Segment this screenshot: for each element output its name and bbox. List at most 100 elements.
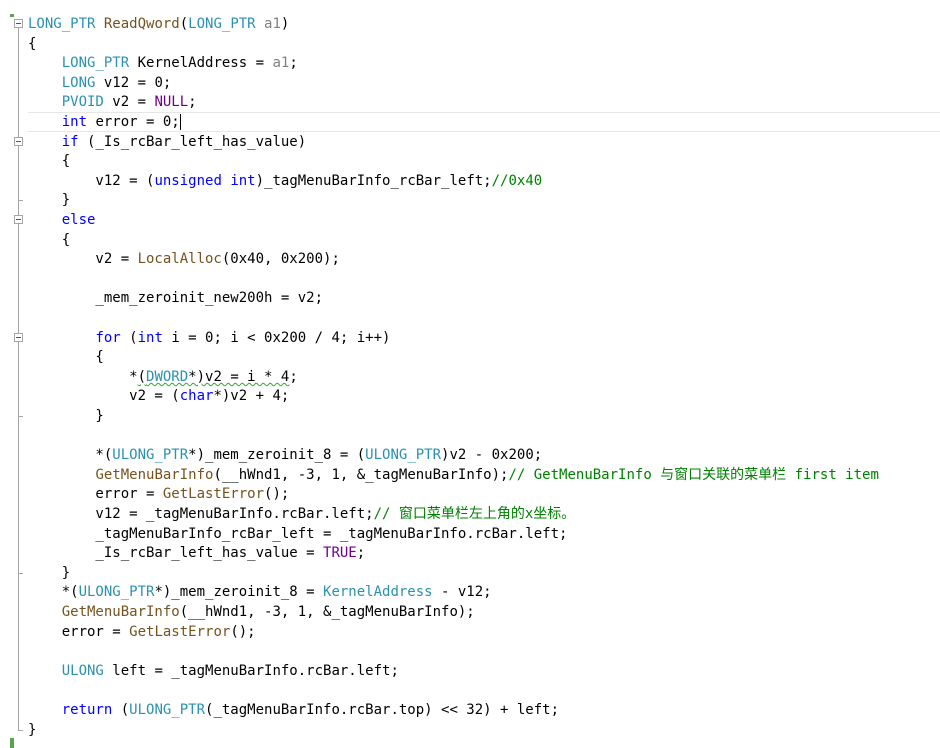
code-line[interactable]: v12 = _tagMenuBarInfo.rcBar.left;// 窗口菜单… xyxy=(28,504,940,524)
code-line[interactable]: _Is_rcBar_left_has_value = TRUE; xyxy=(28,543,940,563)
code-line[interactable] xyxy=(28,269,940,289)
change-indicator xyxy=(10,14,14,17)
code-keyword-token: else xyxy=(61,212,96,228)
code-function-token: ReadQword xyxy=(103,16,180,32)
fold-guide-line xyxy=(18,145,19,201)
code-line[interactable]: _tagMenuBarInfo_rcBar_left = _tagMenuBar… xyxy=(28,524,940,544)
code-text: v12 = _tagMenuBarInfo.rcBar.left; xyxy=(28,506,374,522)
code-text: (__hWnd1, -3, 1, &_tagMenuBarInfo); xyxy=(213,466,509,483)
fold-collapse-icon[interactable] xyxy=(14,332,23,342)
code-line[interactable]: LONG v12 = 0; xyxy=(28,73,940,93)
code-text: left = _tagMenuBarInfo.rcBar.left; xyxy=(103,662,399,679)
fold-guide-end xyxy=(18,572,23,574)
code-line[interactable]: else xyxy=(28,210,940,230)
code-line[interactable] xyxy=(28,308,940,328)
code-type-token: ULONG_PTR xyxy=(78,584,155,601)
code-text: error = 0; xyxy=(87,114,180,130)
code-line[interactable] xyxy=(28,426,940,446)
code-text: *)_mem_zeroinit_8 = ( xyxy=(188,447,366,464)
code-text: { xyxy=(28,231,71,248)
code-line[interactable]: } xyxy=(28,563,940,583)
fold-guide-end xyxy=(18,200,23,202)
code-text: { xyxy=(28,153,71,170)
code-type-token: KernelAddress xyxy=(323,584,433,601)
code-text: *( xyxy=(28,447,113,464)
code-text: } xyxy=(28,192,71,209)
code-line[interactable]: } xyxy=(28,406,940,426)
code-line[interactable]: int error = 0; xyxy=(28,112,940,132)
fold-collapse-icon[interactable] xyxy=(14,215,23,224)
code-line[interactable]: return (ULONG_PTR(_tagMenuBarInfo.rcBar.… xyxy=(28,700,940,720)
code-text: )_tagMenuBarInfo_rcBar_left; xyxy=(255,172,492,189)
code-line[interactable]: v12 = (unsigned int)_tagMenuBarInfo_rcBa… xyxy=(28,171,940,191)
code-line[interactable]: if (_Is_rcBar_left_has_value) xyxy=(28,132,940,152)
code-line[interactable]: LONG_PTR ReadQword(LONG_PTR a1) xyxy=(28,14,940,34)
code-text: KernelAddress = xyxy=(129,55,273,72)
code-text: (); xyxy=(230,623,256,640)
change-indicator xyxy=(10,738,14,748)
code-type-token: ULONG xyxy=(61,662,104,679)
code-line[interactable]: v2 = (char*)v2 + 4; xyxy=(28,386,940,406)
code-text: (0x40, 0x200); xyxy=(221,251,340,268)
code-keyword-token: return xyxy=(61,702,113,718)
code-keyword-token: int xyxy=(230,172,256,189)
code-line[interactable]: *(ULONG_PTR*)_mem_zeroinit_8 = (ULONG_PT… xyxy=(28,445,940,465)
fold-collapse-icon[interactable] xyxy=(14,19,23,28)
code-line[interactable]: { xyxy=(28,151,940,171)
code-line[interactable]: GetMenuBarInfo(__hWnd1, -3, 1, &_tagMenu… xyxy=(28,602,940,622)
code-line[interactable]: { xyxy=(28,347,940,367)
code-line[interactable]: LONG_PTR KernelAddress = a1; xyxy=(28,53,940,73)
code-function-token: GetMenuBarInfo xyxy=(95,466,214,483)
code-function-token: GetLastError xyxy=(129,623,231,640)
code-text: v12 = ( xyxy=(28,172,155,189)
code-text: * xyxy=(28,368,138,385)
code-comment-token: // GetMenuBarInfo 与窗口关联的菜单栏 first item xyxy=(508,466,879,483)
code-line[interactable]: { xyxy=(28,34,940,54)
code-text: ( xyxy=(120,329,138,346)
code-keyword-token: unsigned xyxy=(154,172,222,189)
code-line[interactable]: *(DWORD*)v2 = i * 4; xyxy=(28,367,940,387)
code-text: _mem_zeroinit_new200h = v2; xyxy=(28,290,324,307)
code-line[interactable]: } xyxy=(28,190,940,210)
code-parameter-token: a1 xyxy=(272,55,290,72)
code-type-token: LONG xyxy=(61,74,96,91)
code-squiggle-token: *)v2 = i * 4 xyxy=(188,368,290,385)
code-text: } xyxy=(28,564,71,581)
code-line[interactable]: _mem_zeroinit_new200h = v2; xyxy=(28,288,940,308)
code-line[interactable]: { xyxy=(28,230,940,250)
code-type-token: ULONG_PTR xyxy=(365,447,442,464)
code-text: i = 0; i < 0x200 / 4; i++) xyxy=(162,329,391,346)
code-line[interactable]: } xyxy=(28,720,940,740)
code-line[interactable]: ULONG left = _tagMenuBarInfo.rcBar.left; xyxy=(28,661,940,681)
code-line[interactable]: v2 = LocalAlloc(0x40, 0x200); xyxy=(28,249,940,269)
code-type-token: DWORD xyxy=(146,368,189,385)
code-text: error = xyxy=(28,486,163,503)
code-line[interactable]: *(ULONG_PTR*)_mem_zeroinit_8 = KernelAdd… xyxy=(28,582,940,602)
code-function-token: LocalAlloc xyxy=(137,251,222,268)
fold-guide-line xyxy=(18,341,19,416)
editor-gutter xyxy=(0,0,28,748)
code-text: ; xyxy=(289,55,298,72)
code-text: ; xyxy=(289,368,298,385)
code-line[interactable]: PVOID v2 = NULL; xyxy=(28,92,940,112)
code-editor[interactable]: LONG_PTR ReadQword(LONG_PTR a1){ LONG_PT… xyxy=(0,0,940,748)
code-text: ( xyxy=(112,702,130,718)
fold-collapse-icon[interactable] xyxy=(14,136,23,146)
code-text: (); xyxy=(264,486,290,503)
code-line[interactable]: for (int i = 0; i < 0x200 / 4; i++) xyxy=(28,328,940,348)
code-type-token: ULONG_PTR xyxy=(129,702,206,718)
code-text: *)v2 + 4; xyxy=(213,388,290,405)
code-line[interactable]: GetMenuBarInfo(__hWnd1, -3, 1, &_tagMenu… xyxy=(28,465,940,485)
code-macro-token: NULL xyxy=(154,94,189,111)
code-line[interactable] xyxy=(28,641,940,661)
code-line[interactable]: error = GetLastError(); xyxy=(28,484,940,504)
code-line[interactable] xyxy=(28,680,940,700)
code-line[interactable]: error = GetLastError(); xyxy=(28,622,940,642)
